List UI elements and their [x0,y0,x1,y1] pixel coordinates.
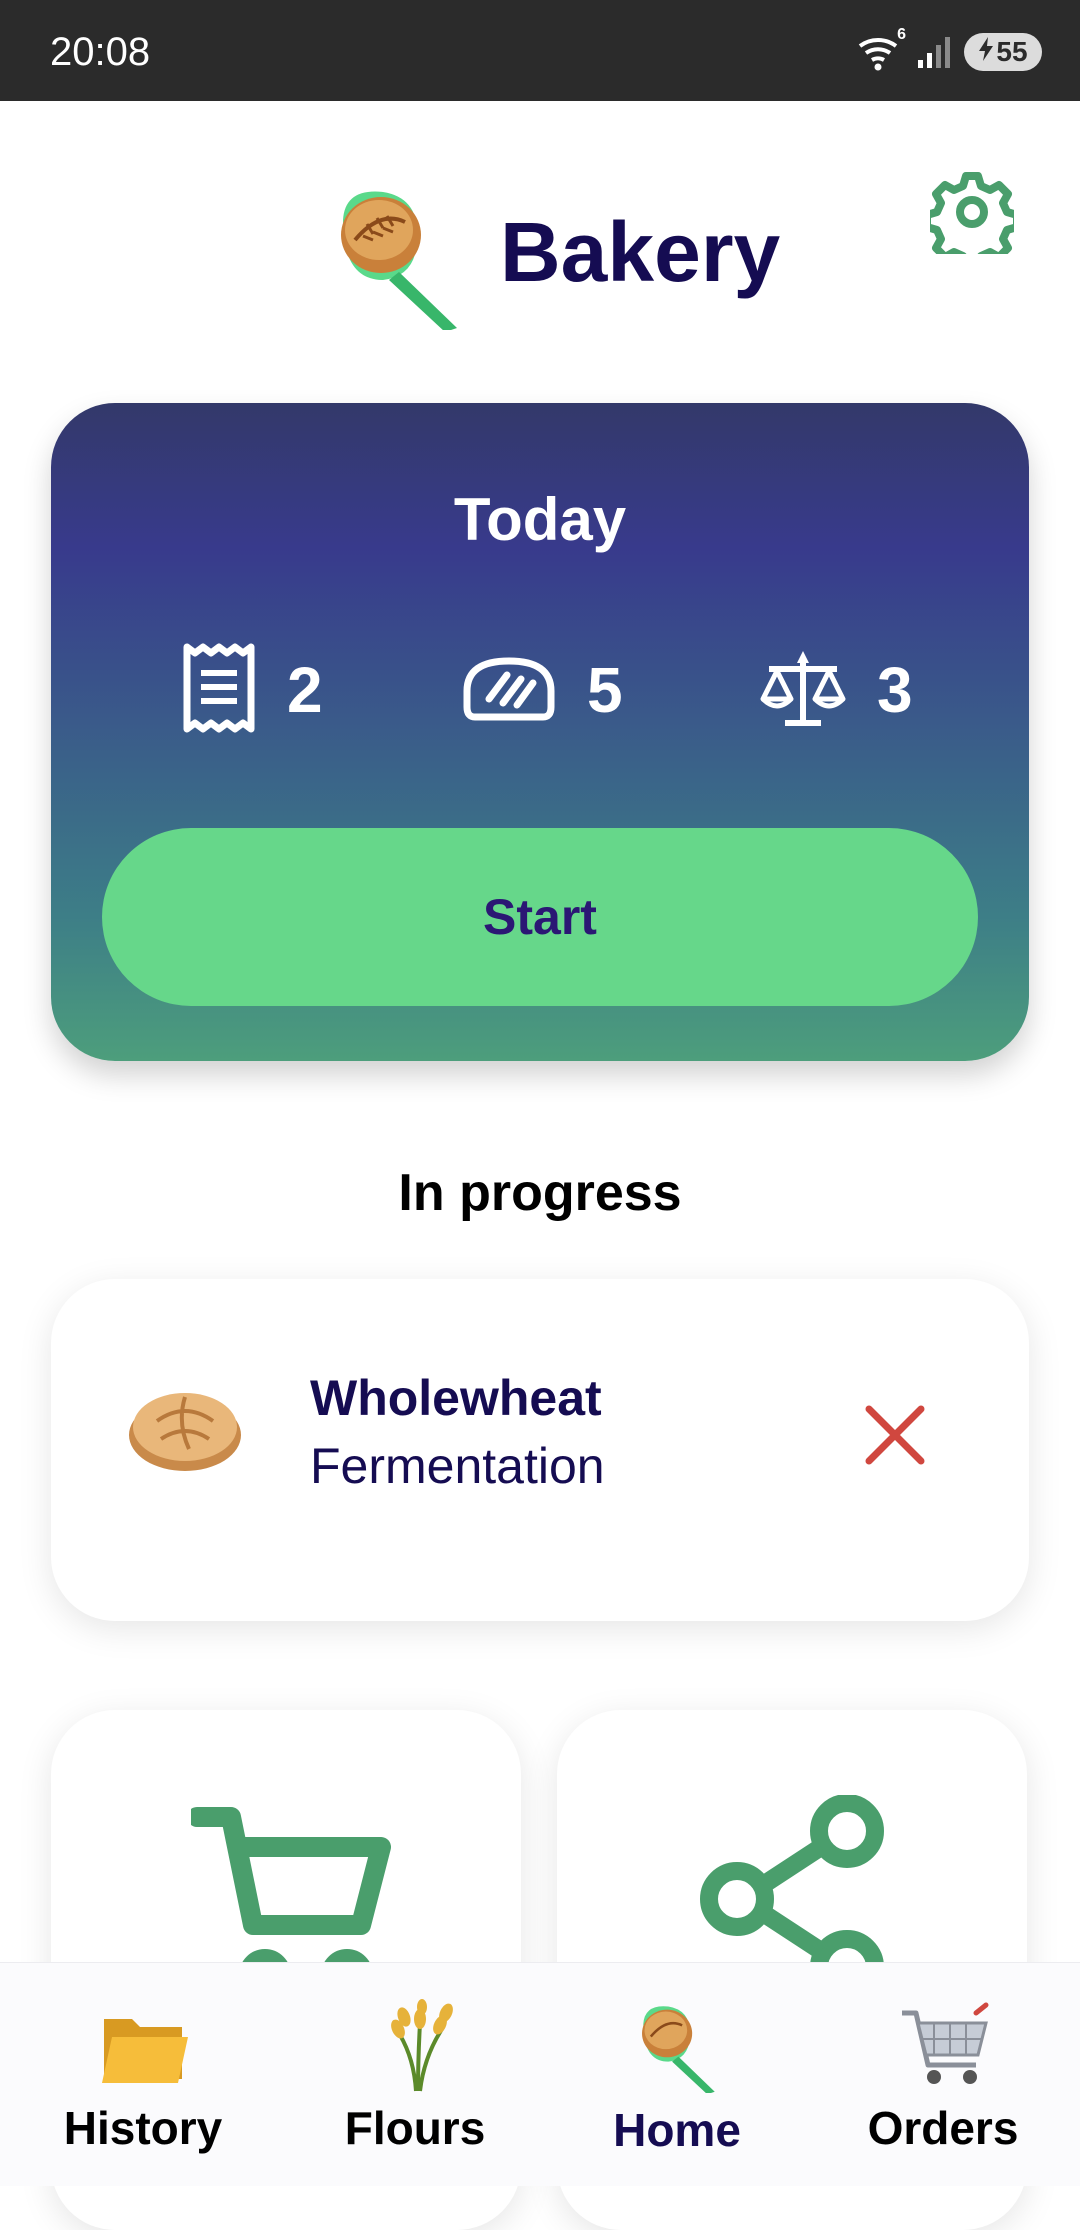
in-progress-title: In progress [398,1164,682,1222]
stat-breads-value: 5 [587,654,623,726]
bread-loaf-icon [461,653,557,728]
bottom-nav: History Flours Home Orders [0,1962,1080,2186]
bread-peel-icon [632,1999,726,2095]
cart-icon [898,1999,992,2093]
wifi-icon: 6 [858,26,906,72]
battery-indicator: 55 [964,33,1042,71]
nav-flours[interactable]: Flours [280,1963,550,2186]
nav-home[interactable]: Home [542,1963,812,2186]
receipt-icon [181,643,257,738]
app-header: Bakery [0,160,1080,340]
battery-charging-icon [978,36,994,68]
wifi-badge: 6 [897,26,906,43]
start-button[interactable]: Start [102,828,978,1006]
nav-orders-label: Orders [867,2102,1019,2154]
nav-history[interactable]: History [8,1963,278,2186]
status-time: 20:08 [50,30,151,74]
in-progress-item-stage: Fermentation [310,1438,605,1494]
wheat-icon [370,1999,464,2093]
nav-flours-label: Flours [344,2102,486,2154]
app-title: Bakery [500,205,781,299]
close-icon[interactable] [863,1403,927,1467]
signal-icon [916,34,952,70]
stat-breads: 5 [461,645,623,735]
nav-history-label: History [63,2102,223,2154]
bread-peel-icon [325,180,475,332]
stat-orders-value: 2 [287,654,323,726]
scale-icon [759,647,847,734]
stat-orders: 2 [181,643,323,738]
nav-home-label: Home [613,2104,741,2156]
today-title: Today [453,486,627,553]
gear-icon[interactable] [923,170,1021,270]
today-card: Today 2 5 3 Start [51,403,1029,1061]
status-bar: 20:08 6 55 [0,0,1080,101]
in-progress-card[interactable]: Wholewheat Fermentation [51,1279,1029,1621]
battery-level: 55 [996,36,1028,67]
status-icons: 6 55 [858,26,1042,74]
folder-icon [98,1999,192,2093]
in-progress-item-name: Wholewheat [310,1370,602,1426]
nav-orders[interactable]: Orders [808,1963,1078,2186]
stat-weighings: 3 [759,645,913,735]
round-bread-icon [127,1383,243,1473]
stat-weighings-value: 3 [877,654,913,726]
